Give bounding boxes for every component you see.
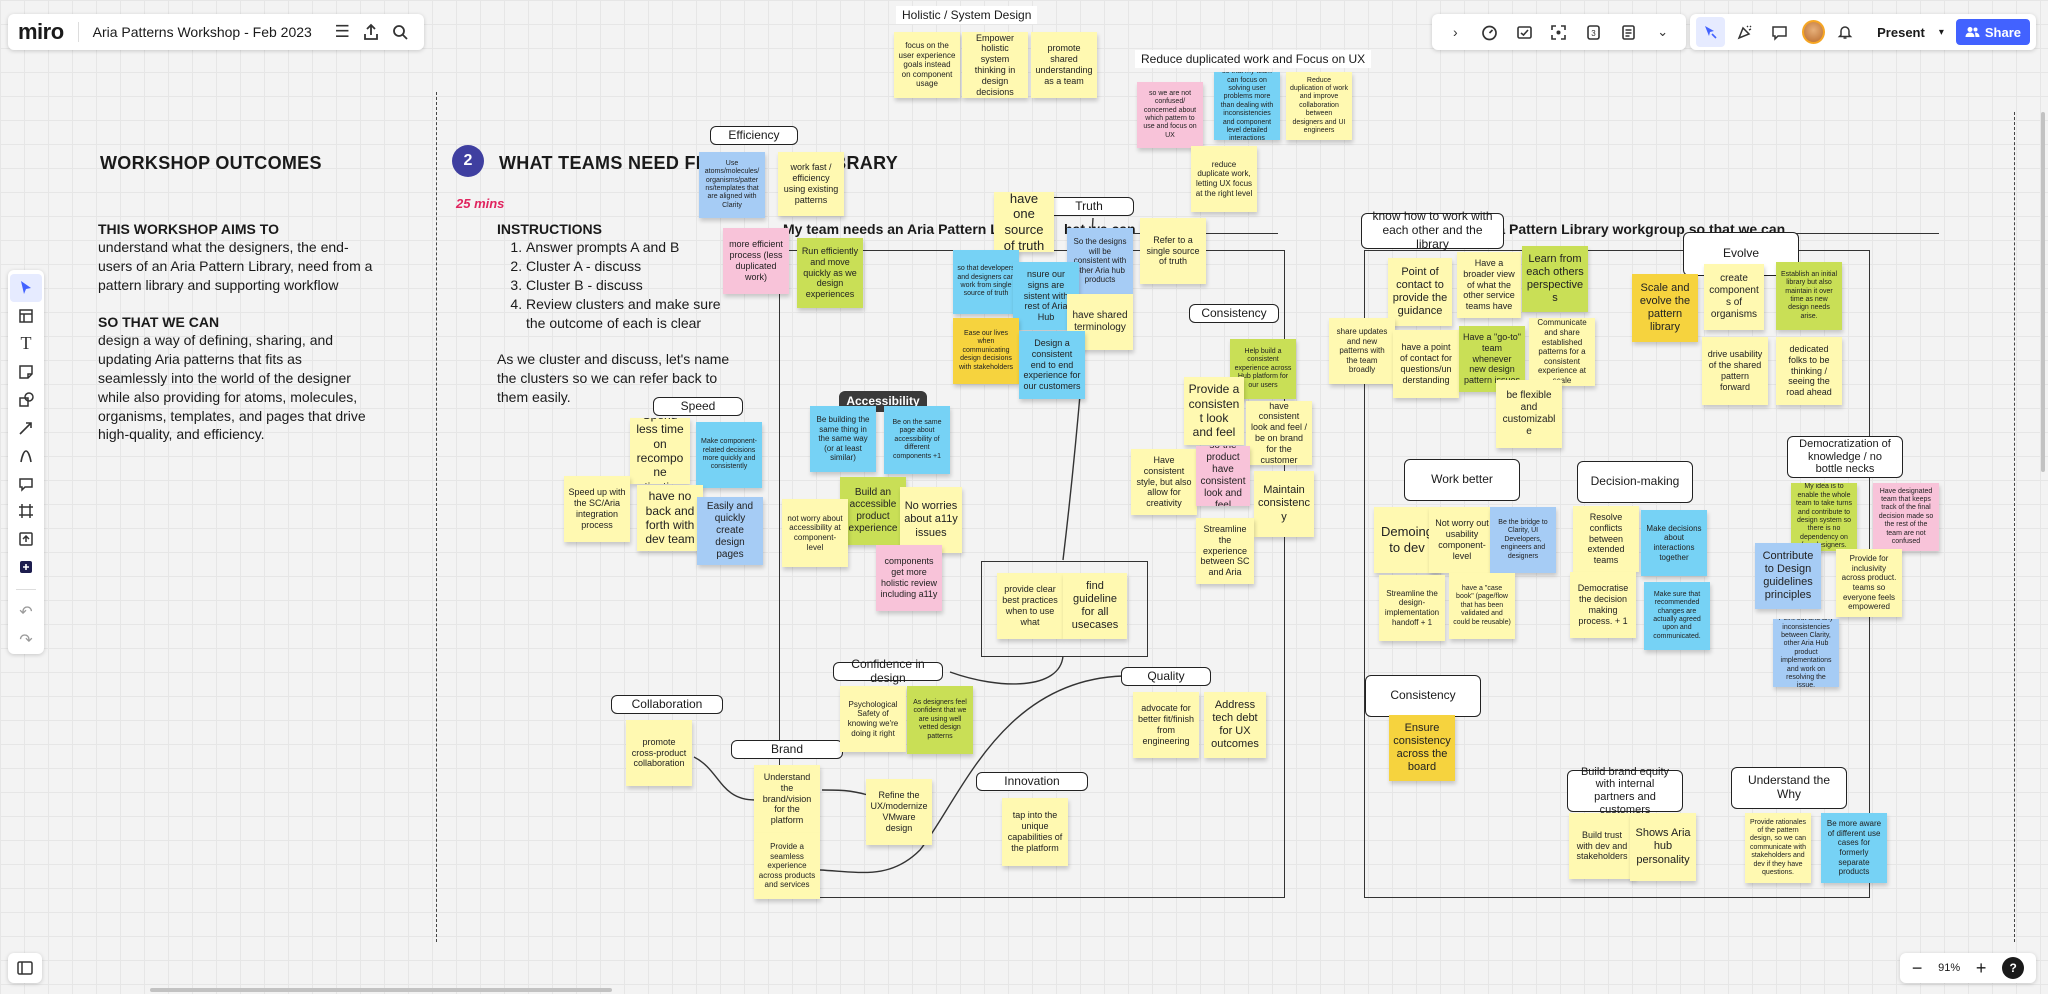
sticky-note[interactable]: Build an accessible product experience xyxy=(840,477,906,545)
sticky-note[interactable]: not worry about accessibility at compone… xyxy=(782,499,848,567)
sticky-note[interactable]: Have consistent style, but also allow fo… xyxy=(1131,449,1197,515)
sticky-note[interactable]: Refine the UX/modernize VMware design xyxy=(866,779,932,845)
cluster-label[interactable]: Speed xyxy=(653,397,743,416)
sticky-note[interactable]: reduce duplicate work, letting UX focus … xyxy=(1191,146,1257,212)
sticky-note[interactable]: Provide a consistent look and feel xyxy=(1184,377,1244,445)
sticky-note[interactable]: dedicated folks to be thinking / seeing … xyxy=(1776,337,1842,405)
sticky-note[interactable]: Provide rationales of the pattern design… xyxy=(1745,813,1811,883)
sticky-note[interactable]: components get more holistic review incl… xyxy=(876,545,942,611)
sticky-note[interactable]: Run efficiently and move quickly as we d… xyxy=(797,238,863,308)
sticky-note[interactable]: so that my team can focus on solving use… xyxy=(1214,72,1280,140)
sticky-note[interactable]: drive usability of the shared pattern fo… xyxy=(1702,337,1768,405)
sticky-note[interactable]: have a "case book" (page/flow that has b… xyxy=(1449,573,1515,639)
sticky-note[interactable]: Resolve conflicts between extended teams xyxy=(1573,506,1639,572)
sticky-note[interactable]: As designers feel confident that we are … xyxy=(907,686,973,754)
cluster-label[interactable]: Understand the Why xyxy=(1731,767,1847,809)
sticky-note[interactable]: Use atoms/molecules/ organisms/patter ns… xyxy=(699,152,765,218)
sticky-note[interactable]: Ease our lives when communicating design… xyxy=(953,318,1019,384)
sticky-note[interactable]: Streamline the experience between SC and… xyxy=(1196,518,1254,584)
reduce-label: Reduce duplicated work and Focus on UX xyxy=(1135,50,1372,68)
sticky-note[interactable]: Streamline the design-implementation han… xyxy=(1379,575,1445,641)
cluster-label[interactable]: Build brand equity with internal partner… xyxy=(1567,766,1683,816)
sticky-note[interactable]: Scale and evolve the pattern library xyxy=(1632,274,1698,342)
sticky-note[interactable]: Address tech debt for UX outcomes xyxy=(1204,692,1266,758)
sticky-note[interactable]: Be more aware of different use cases for… xyxy=(1821,813,1887,883)
sticky-note[interactable]: promote cross-product collaboration xyxy=(626,720,692,786)
sticky-note[interactable]: Make sure that recommended changes are a… xyxy=(1644,582,1710,650)
sticky-note[interactable]: Be on the same page about accessibility … xyxy=(884,406,950,474)
sticky-note[interactable]: Have designated team that keeps track of… xyxy=(1873,483,1939,551)
sticky-note[interactable]: focus on the user experience goals inste… xyxy=(894,32,960,98)
cluster-label[interactable]: Democratization of knowledge / no bottle… xyxy=(1787,436,1903,478)
sticky-note[interactable]: have consistent look and feel / be on br… xyxy=(1246,401,1312,465)
cluster-label[interactable]: Decision-making xyxy=(1577,461,1693,503)
sticky-note[interactable]: Have a broader view of what the other se… xyxy=(1457,252,1521,318)
sticky-note[interactable]: Be the bridge to Clarity, UI Developers,… xyxy=(1490,507,1556,573)
sticky-note[interactable]: Build trust with dev and stakeholders xyxy=(1569,813,1635,879)
sticky-note[interactable]: find guideline for all usecases xyxy=(1063,573,1127,639)
sticky-note[interactable]: Easily and quickly create design pages xyxy=(697,497,763,565)
sticky-note[interactable]: Democratise the decision making process.… xyxy=(1570,572,1636,638)
cluster-label[interactable]: Efficiency xyxy=(710,126,798,145)
sticky-note[interactable]: Be building the same thing in the same w… xyxy=(810,406,876,472)
sticky-note[interactable]: My idea is to enable the whole team to t… xyxy=(1791,483,1857,551)
sticky-note[interactable]: Learn from each others perspectives xyxy=(1522,246,1588,312)
holistic-label: Holistic / System Design xyxy=(896,6,1038,24)
sticky-note[interactable]: so that developers and designers can wor… xyxy=(953,250,1019,314)
sticky-note[interactable]: Point of contact to provide the guidance xyxy=(1388,258,1452,326)
cluster-label[interactable]: Truth xyxy=(1044,197,1134,216)
cluster-label[interactable]: know how to work with each other and the… xyxy=(1361,209,1504,251)
sticky-note[interactable]: Psychological Safety of knowing we're do… xyxy=(840,686,906,752)
sticky-note[interactable]: have a point of contact for questions/un… xyxy=(1393,330,1459,398)
cluster-label[interactable]: Work better xyxy=(1404,459,1520,501)
cluster-label[interactable]: Consistency xyxy=(1189,304,1279,323)
sticky-note[interactable]: Not worry out usability component-level xyxy=(1429,507,1495,573)
sticky-note[interactable]: so we are not confused/ concerned about … xyxy=(1137,82,1203,148)
sticky-note[interactable]: have no back and forth with dev team xyxy=(637,485,703,551)
cluster-label[interactable]: Consistency xyxy=(1365,675,1481,717)
sticky-note[interactable]: Spend less time on recompone ntization xyxy=(630,418,690,484)
sticky-note[interactable]: Communicate and share established patter… xyxy=(1529,318,1595,386)
sticky-note[interactable]: Make component-related decisions more qu… xyxy=(696,422,762,488)
sticky-note[interactable]: No worries about a11y issues xyxy=(900,487,962,553)
sticky-note[interactable]: promote shared understanding as a team xyxy=(1031,32,1097,98)
sticky-note[interactable]: provide clear best practices when to use… xyxy=(997,573,1063,639)
sticky-note[interactable]: so the product have consistent look and … xyxy=(1196,446,1250,506)
sticky-note[interactable]: Shows Aria hub personality xyxy=(1630,813,1696,881)
sticky-note[interactable]: share updates and new patterns with the … xyxy=(1329,318,1395,384)
cluster-label[interactable]: Collaboration xyxy=(611,695,723,714)
sticky-note[interactable]: Point out and any inconsistencies betwee… xyxy=(1773,619,1839,687)
sticky-note[interactable]: Contribute to Design guidelines principl… xyxy=(1755,543,1821,609)
cluster-label[interactable]: Innovation xyxy=(976,772,1088,791)
sticky-note[interactable]: Understand the brand/vision for the plat… xyxy=(754,765,820,833)
cluster-label[interactable]: Brand xyxy=(731,740,843,759)
sticky-note[interactable]: Ensure consistency across the board xyxy=(1389,715,1455,781)
sticky-note[interactable]: Make decisions about interactions togeth… xyxy=(1641,510,1707,576)
sticky-note[interactable]: Provide for inclusivity across product. … xyxy=(1836,549,1902,617)
sticky-note[interactable]: Establish an initial library but also ma… xyxy=(1776,262,1842,330)
cluster-label[interactable]: Quality xyxy=(1121,667,1211,686)
sticky-note[interactable]: Empower holistic system thinking in desi… xyxy=(962,32,1028,98)
sticky-note[interactable]: Provide a seamless experience across pro… xyxy=(754,833,820,899)
sticky-note[interactable]: Speed up with the SC/Aria integration pr… xyxy=(564,476,630,542)
sticky-note[interactable]: more efficient process (less duplicated … xyxy=(723,228,789,294)
sticky-note[interactable]: have one source of truth xyxy=(994,192,1054,252)
sticky-note[interactable]: create components of organisms xyxy=(1704,264,1764,330)
sticky-note[interactable]: advocate for better fit/finish from engi… xyxy=(1133,692,1199,758)
sticky-note[interactable]: Design a consistent end to end experienc… xyxy=(1019,331,1085,399)
sticky-note[interactable]: Maintain consistency xyxy=(1254,471,1314,537)
sticky-note[interactable]: be flexible and customizable xyxy=(1496,380,1562,448)
sticky-note[interactable]: tap into the unique capabilities of the … xyxy=(1002,798,1068,866)
cluster-label[interactable]: Confidence in design xyxy=(833,657,943,684)
sticky-note[interactable]: Reduce duplication of work and improve c… xyxy=(1286,72,1352,140)
sticky-note[interactable]: work fast / efficiency using existing pa… xyxy=(778,152,844,216)
sticky-note[interactable]: Refer to a single source of truth xyxy=(1140,218,1206,284)
